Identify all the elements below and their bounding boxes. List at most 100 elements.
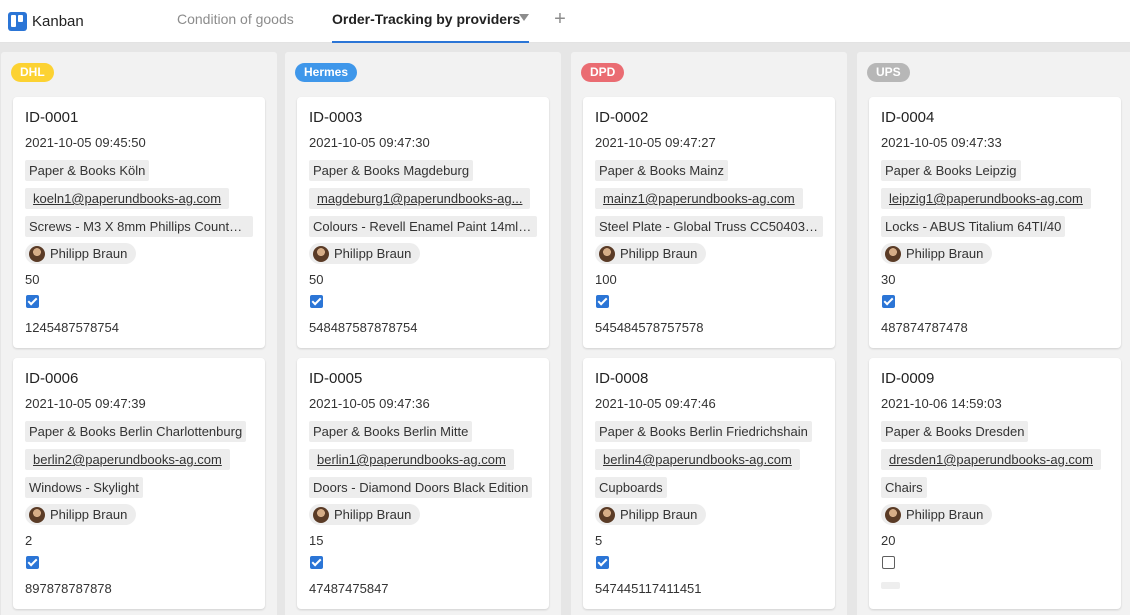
user-name: Philipp Braun [620, 246, 698, 261]
tracking-number: 487874787478 [881, 320, 968, 335]
column-hermes: Hermes ID-0003 2021-10-05 09:47:30 Paper… [285, 52, 561, 615]
tracking-number: 47487475847 [309, 581, 389, 596]
card-id-0004[interactable]: ID-0004 2021-10-05 09:47:33 Paper & Book… [869, 97, 1121, 348]
tracking-number: 547445117411451 [595, 581, 702, 596]
card-date: 2021-10-05 09:47:33 [881, 135, 1002, 150]
store-chip: Paper & Books Köln [25, 160, 150, 181]
delivered-checkbox[interactable] [26, 295, 39, 308]
user-name: Philipp Braun [50, 246, 128, 261]
card-date: 2021-10-05 09:45:50 [25, 135, 146, 150]
card-id-0008[interactable]: ID-0008 2021-10-05 09:47:46 Paper & Book… [583, 358, 835, 609]
quantity: 30 [881, 272, 896, 287]
add-view-button[interactable]: + [550, 8, 570, 30]
card-date: 2021-10-05 09:47:39 [25, 396, 146, 411]
email-link[interactable]: magdeburg1@paperundbooks-ag... [309, 188, 531, 209]
delivered-checkbox[interactable] [26, 556, 39, 569]
product-chip: Steel Plate - Global Truss CC50403 B... [595, 216, 823, 237]
avatar [29, 245, 45, 262]
tab-order-tracking[interactable]: Order-Tracking by providers [332, 0, 520, 43]
app-header: Kanban [8, 10, 84, 32]
email-link[interactable]: leipzig1@paperundbooks-ag.com [881, 188, 1091, 209]
card-id: ID-0005 [309, 370, 363, 387]
column-label-ups: UPS [867, 63, 910, 82]
card-date: 2021-10-05 09:47:36 [309, 396, 430, 411]
user-chip: Philipp Braun [595, 243, 707, 264]
tab-condition-of-goods[interactable]: Condition of goods [177, 0, 294, 43]
store-chip: Paper & Books Leipzig [881, 160, 1021, 181]
card-id-0009[interactable]: ID-0009 2021-10-06 14:59:03 Paper & Book… [869, 358, 1121, 609]
user-name: Philipp Braun [334, 246, 412, 261]
email-link[interactable]: berlin2@paperundbooks-ag.com [25, 449, 230, 470]
column-dpd: DPD ID-0002 2021-10-05 09:47:27 Paper & … [571, 52, 847, 615]
card-date: 2021-10-05 09:47:27 [595, 135, 716, 150]
product-chip: Cupboards [595, 477, 667, 498]
top-bar: Kanban Condition of goods Order-Tracking… [0, 0, 1130, 43]
card-id-0001[interactable]: ID-0001 2021-10-05 09:45:50 Paper & Book… [13, 97, 265, 348]
tab-menu-caret-icon[interactable] [519, 14, 529, 21]
quantity: 20 [881, 533, 896, 548]
quantity: 50 [309, 272, 324, 287]
avatar [29, 506, 45, 523]
product-chip: Doors - Diamond Doors Black Edition [309, 477, 533, 498]
delivered-checkbox[interactable] [882, 295, 895, 308]
user-name: Philipp Braun [906, 507, 984, 522]
avatar [885, 506, 901, 523]
store-chip: Paper & Books Berlin Friedrichshain [595, 421, 812, 442]
card-date: 2021-10-05 09:47:30 [309, 135, 430, 150]
card-id: ID-0006 [25, 370, 79, 387]
email-link[interactable]: berlin1@paperundbooks-ag.com [309, 449, 514, 470]
user-name: Philipp Braun [620, 507, 698, 522]
column-label-dpd: DPD [581, 63, 625, 82]
email-link[interactable]: dresden1@paperundbooks-ag.com [881, 449, 1101, 470]
store-chip: Paper & Books Mainz [595, 160, 729, 181]
quantity: 15 [309, 533, 324, 548]
quantity: 5 [595, 533, 603, 548]
email-link[interactable]: berlin4@paperundbooks-ag.com [595, 449, 800, 470]
product-chip: Screws - M3 X 8mm Phillips Counter… [25, 216, 253, 237]
quantity: 50 [25, 272, 40, 287]
user-chip: Philipp Braun [309, 504, 421, 525]
user-name: Philipp Braun [906, 246, 984, 261]
card-id: ID-0001 [25, 109, 79, 126]
column-label-hermes: Hermes [295, 63, 358, 82]
delivered-checkbox[interactable] [596, 295, 609, 308]
email-link[interactable]: mainz1@paperundbooks-ag.com [595, 188, 803, 209]
avatar [599, 506, 615, 523]
column-dhl: DHL ID-0001 2021-10-05 09:45:50 Paper & … [1, 52, 277, 615]
card-id: ID-0004 [881, 109, 935, 126]
avatar [313, 245, 329, 262]
user-chip: Philipp Braun [595, 504, 707, 525]
product-chip: Colours - Revell Enamel Paint 14ml -... [309, 216, 537, 237]
card-id: ID-0008 [595, 370, 649, 387]
card-id-0006[interactable]: ID-0006 2021-10-05 09:47:39 Paper & Book… [13, 358, 265, 609]
card-id-0002[interactable]: ID-0002 2021-10-05 09:47:27 Paper & Book… [583, 97, 835, 348]
store-chip: Paper & Books Berlin Charlottenburg [25, 421, 247, 442]
column-ups: UPS ID-0004 2021-10-05 09:47:33 Paper & … [857, 52, 1130, 615]
delivered-checkbox[interactable] [882, 556, 895, 569]
user-chip: Philipp Braun [25, 243, 137, 264]
user-chip: Philipp Braun [25, 504, 137, 525]
kanban-board-icon [8, 11, 27, 31]
card-id: ID-0002 [595, 109, 649, 126]
avatar [313, 506, 329, 523]
tracking-number: 548487587878754 [309, 320, 418, 335]
tracking-number: 545484578757578 [595, 320, 704, 335]
delivered-checkbox[interactable] [310, 295, 323, 308]
active-tab-indicator [332, 41, 529, 43]
column-label-dhl: DHL [11, 63, 54, 82]
card-id-0003[interactable]: ID-0003 2021-10-05 09:47:30 Paper & Book… [297, 97, 549, 348]
product-chip: Chairs [881, 477, 927, 498]
avatar [885, 245, 901, 262]
email-link[interactable]: koeln1@paperundbooks-ag.com [25, 188, 230, 209]
card-id-0005[interactable]: ID-0005 2021-10-05 09:47:36 Paper & Book… [297, 358, 549, 609]
product-chip: Locks - ABUS Titalium 64TI/40 [881, 216, 1066, 237]
user-chip: Philipp Braun [881, 243, 993, 264]
card-id: ID-0003 [309, 109, 363, 126]
tracking-number: 1245487578754 [25, 320, 119, 335]
delivered-checkbox[interactable] [310, 556, 323, 569]
user-chip: Philipp Braun [881, 504, 993, 525]
avatar [599, 245, 615, 262]
card-id: ID-0009 [881, 370, 935, 387]
user-name: Philipp Braun [334, 507, 412, 522]
delivered-checkbox[interactable] [596, 556, 609, 569]
